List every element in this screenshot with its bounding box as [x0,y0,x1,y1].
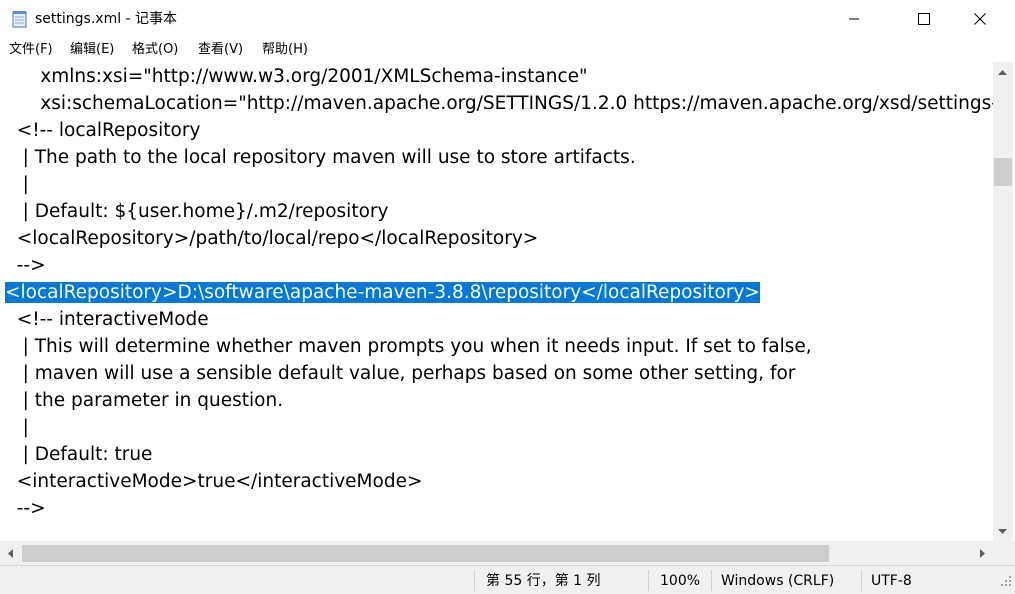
line-ending: Windows (CRLF) [721,573,835,589]
text-line[interactable]: | [5,171,29,198]
text-line[interactable]: --> [5,495,46,522]
menu-help[interactable]: 帮助(H) [262,41,308,59]
status-divider [648,570,649,591]
text-editor[interactable]: xmlns:xsi="http://www.w3.org/2001/XMLSch… [0,62,993,541]
vertical-scrollbar[interactable] [993,62,1013,541]
scroll-left-arrow-icon[interactable] [2,545,19,562]
menu-format[interactable]: 格式(O) [132,41,178,59]
maximize-button[interactable] [901,0,947,38]
maximize-icon [918,13,930,25]
resize-grip-icon[interactable] [1000,572,1012,591]
title-bar[interactable]: settings.xml - 记事本 [0,0,1015,38]
text-line[interactable]: | Default: ${user.home}/.m2/repository [5,198,389,225]
text-line[interactable]: <!-- interactiveMode [5,306,209,333]
cursor-position: 第 55 行，第 1 列 [486,573,601,589]
scroll-right-arrow-icon[interactable] [974,545,991,562]
text-line[interactable]: <localRepository>/path/to/local/repo</lo… [5,225,539,252]
text-line[interactable]: | maven will use a sensible default valu… [5,360,796,387]
menu-edit[interactable]: 编辑(E) [70,41,114,59]
selected-text-line[interactable]: <localRepository>D:\software\apache-mave… [5,279,760,306]
scrollbar-corner [993,541,1015,565]
text-line[interactable]: | Default: true [5,441,153,468]
status-divider [711,570,712,591]
text-line[interactable]: --> [5,252,46,279]
text-line[interactable]: | the parameter in question. [5,387,283,414]
close-icon [974,13,986,25]
text-line[interactable]: | This will determine whether maven prom… [5,333,812,360]
menu-bar: 文件(F) 编辑(E) 格式(O) 查看(V) 帮助(H) [0,38,1015,62]
notepad-icon [12,10,28,28]
status-divider [861,570,862,591]
minimize-button[interactable] [831,0,877,38]
text-line[interactable]: xmlns:xsi="http://www.w3.org/2001/XMLSch… [5,63,587,90]
text-line[interactable]: <!-- localRepository [5,117,201,144]
text-line[interactable]: | [5,414,29,441]
text-line[interactable]: | The path to the local repository maven… [5,144,636,171]
status-bar: 第 55 行，第 1 列 100% Windows (CRLF) UTF-8 [0,565,1015,594]
zoom-level: 100% [660,573,701,589]
encoding: UTF-8 [871,573,912,589]
selection-highlight[interactable]: <localRepository>D:\software\apache-mave… [5,282,760,303]
minimize-icon [849,18,859,20]
menu-file[interactable]: 文件(F) [9,41,53,59]
horizontal-scroll-thumb[interactable] [22,545,829,562]
scroll-up-arrow-icon[interactable] [994,64,1011,81]
horizontal-scrollbar[interactable] [0,541,993,565]
text-line[interactable]: xsi:schemaLocation="http://maven.apache.… [5,90,993,117]
menu-view[interactable]: 查看(V) [198,41,243,59]
vertical-scroll-thumb[interactable] [994,158,1012,186]
window-title: settings.xml - 记事本 [35,11,178,27]
close-button[interactable] [957,0,1003,38]
scroll-down-arrow-icon[interactable] [994,523,1011,540]
status-divider [474,570,475,591]
text-line[interactable]: <interactiveMode>true</interactiveMode> [5,468,423,495]
